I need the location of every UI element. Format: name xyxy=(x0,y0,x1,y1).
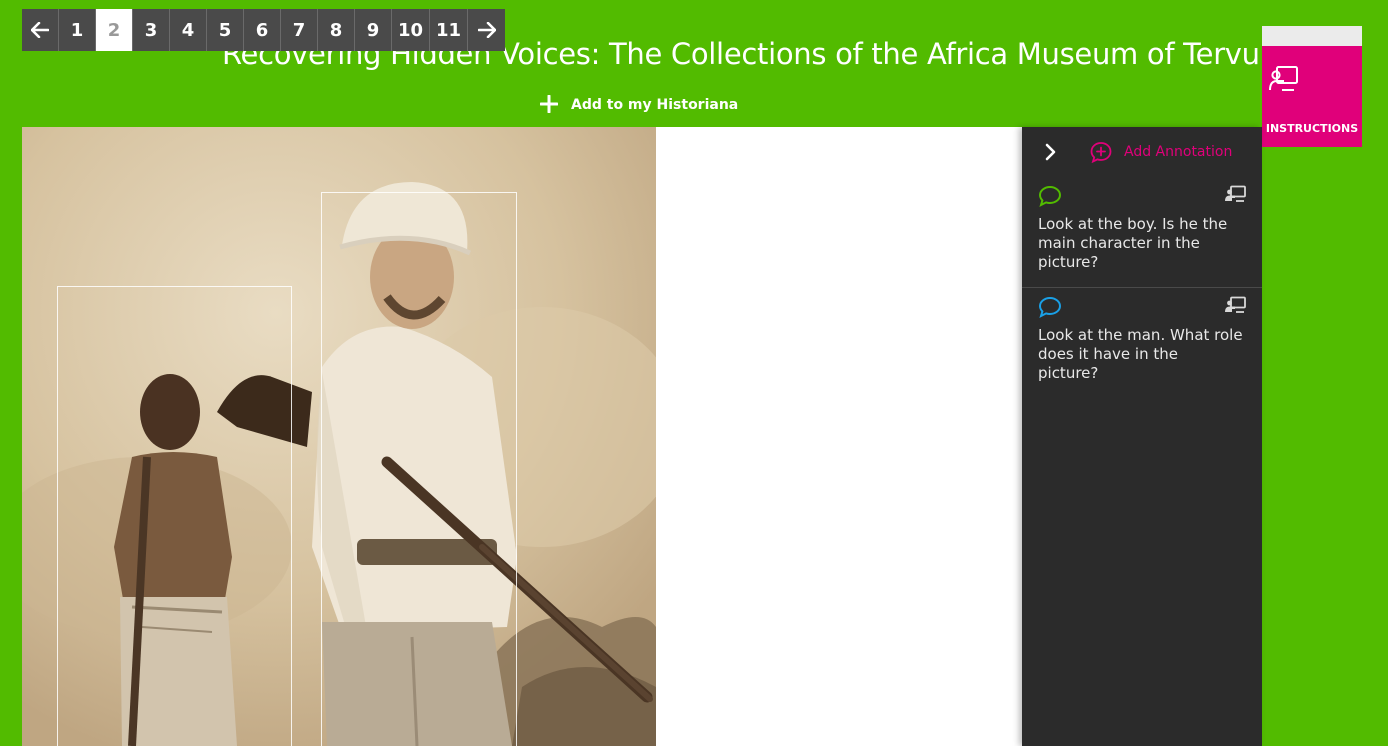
instructions-label: INSTRUCTIONS xyxy=(1265,122,1359,135)
collapse-panel-button[interactable] xyxy=(1042,141,1060,163)
speech-bubble-icon xyxy=(1038,185,1062,211)
page-button-5[interactable]: 5 xyxy=(207,9,244,51)
annotation-item[interactable]: Look at the boy. Is he the main characte… xyxy=(1022,185,1262,285)
page-button-10[interactable]: 10 xyxy=(392,9,430,51)
historical-photo xyxy=(22,127,656,746)
page-button-11[interactable]: 11 xyxy=(430,9,468,51)
arrow-right-icon xyxy=(477,22,496,38)
annotation-region-man[interactable] xyxy=(321,192,517,746)
page-button-4[interactable]: 4 xyxy=(170,9,207,51)
page-button-1[interactable]: 1 xyxy=(59,9,96,51)
speech-bubble-plus-icon xyxy=(1090,142,1112,163)
instructions-button[interactable]: INSTRUCTIONS xyxy=(1262,46,1362,147)
annotation-item[interactable]: Look at the man. What role does it have … xyxy=(1022,296,1262,386)
page-button-7[interactable]: 7 xyxy=(281,9,318,51)
page: Recovering Hidden Voices: The Collection… xyxy=(0,0,1388,746)
page-button-8[interactable]: 8 xyxy=(318,9,355,51)
annotation-divider xyxy=(1022,287,1262,288)
page-button-9[interactable]: 9 xyxy=(355,9,392,51)
page-button-3[interactable]: 3 xyxy=(133,9,170,51)
page-button-6[interactable]: 6 xyxy=(244,9,281,51)
add-annotation-label: Add Annotation xyxy=(1124,144,1233,160)
add-to-historiana-label: Add to my Historiana xyxy=(571,97,739,113)
teacher-board-icon xyxy=(1224,185,1246,207)
chevron-right-icon xyxy=(1045,143,1056,161)
instructions-tab-top xyxy=(1262,26,1362,48)
annotation-text: Look at the boy. Is he the main characte… xyxy=(1038,215,1228,271)
prev-page-button[interactable] xyxy=(22,9,59,51)
plus-icon xyxy=(539,94,559,115)
annotation-text: Look at the man. What role does it have … xyxy=(1038,326,1243,382)
annotation-panel-header: Add Annotation xyxy=(1022,127,1262,177)
pagination: 1 2 3 4 5 6 7 8 9 10 11 xyxy=(22,9,505,51)
image-canvas[interactable] xyxy=(22,127,1022,746)
add-annotation-button[interactable]: Add Annotation xyxy=(1090,141,1232,163)
annotation-panel: Add Annotation Look at the boy. Is he th… xyxy=(1022,127,1262,746)
teacher-board-icon xyxy=(1224,296,1246,318)
add-to-historiana-button[interactable]: Add to my Historiana xyxy=(539,94,739,115)
teacher-board-icon xyxy=(1268,64,1300,98)
speech-bubble-icon xyxy=(1038,296,1062,322)
page-button-2[interactable]: 2 xyxy=(96,9,133,51)
annotation-region-boy[interactable] xyxy=(57,286,292,746)
next-page-button[interactable] xyxy=(468,9,505,51)
arrow-left-icon xyxy=(31,22,49,38)
